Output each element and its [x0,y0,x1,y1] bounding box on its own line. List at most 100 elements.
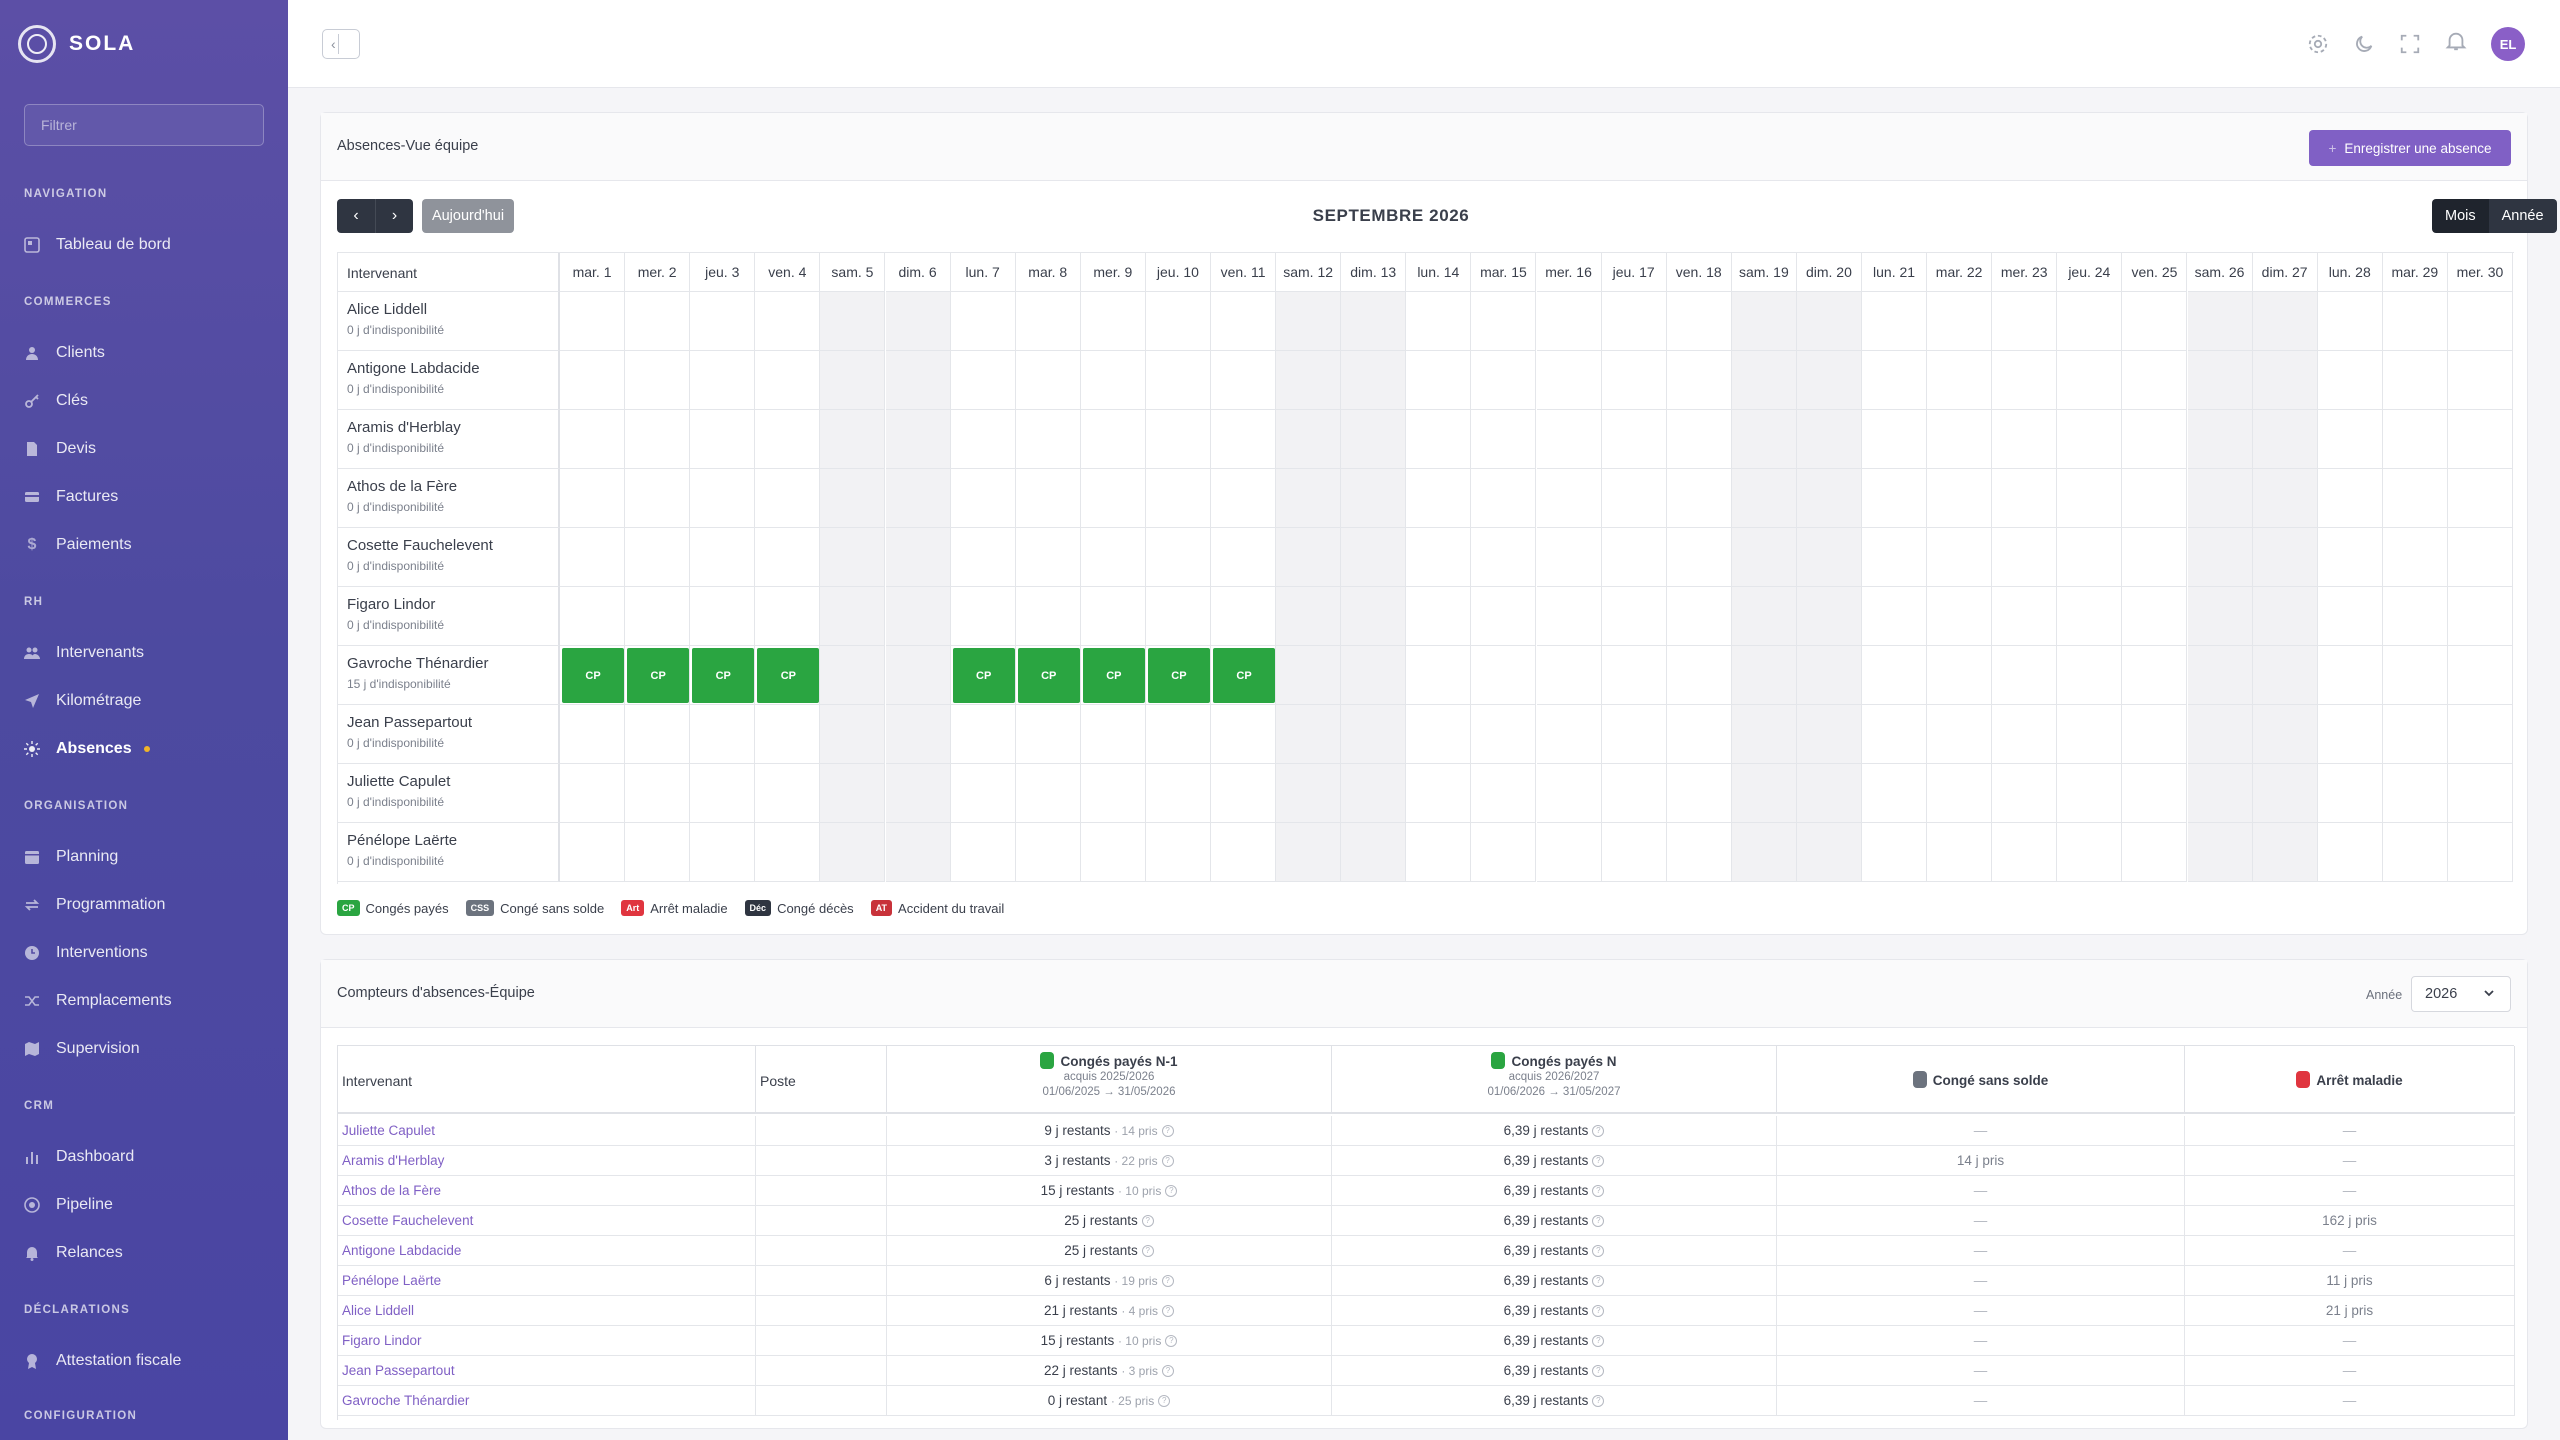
calendar-day-cell[interactable] [1536,764,1602,823]
calendar-day-cell[interactable] [1862,528,1928,587]
sidebar-item-clients[interactable]: Clients [24,338,274,368]
calendar-day-cell[interactable] [1080,764,1146,823]
calendar-day-cell[interactable] [625,292,691,351]
calendar-day-cell[interactable] [1992,646,2058,705]
calendar-day-cell[interactable] [2187,764,2253,823]
calendar-day-cell[interactable] [2122,410,2188,469]
calendar-day-cell[interactable] [1015,764,1081,823]
calendar-day-cell[interactable] [2382,646,2448,705]
person-link[interactable]: Aramis d'Herblay [342,1153,444,1168]
calendar-day-cell[interactable] [1211,292,1277,351]
calendar-day-cell[interactable] [1796,587,1862,646]
calendar-day-cell[interactable] [1927,351,1993,410]
calendar-day-cell[interactable] [1601,410,1667,469]
calendar-day-cell[interactable] [1666,764,1732,823]
calendar-day-cell[interactable] [2057,351,2123,410]
sidebar-item-cles[interactable]: Clés [24,386,274,416]
calendar-day-cell[interactable] [560,764,626,823]
absence-block-cp[interactable]: CP [1147,648,1210,703]
calendar-day-cell[interactable] [1276,469,1342,528]
calendar-day-cell[interactable] [1536,823,1602,882]
previous-month-button[interactable]: ‹ [337,199,375,233]
calendar-day-cell[interactable] [2317,646,2383,705]
person-link[interactable]: Juliette Capulet [342,1123,435,1138]
calendar-day-cell[interactable] [1536,705,1602,764]
calendar-day-cell[interactable] [1536,410,1602,469]
calendar-day-cell[interactable] [1471,646,1537,705]
calendar-day-cell[interactable] [1601,469,1667,528]
collapse-sidebar-button[interactable]: ‹ [322,29,360,59]
calendar-day-cell[interactable] [690,351,756,410]
calendar-day-cell[interactable] [1211,587,1277,646]
calendar-day-cell[interactable] [1536,292,1602,351]
calendar-day-cell[interactable] [1862,646,1928,705]
calendar-day-cell[interactable] [560,351,626,410]
calendar-day-cell[interactable] [950,469,1016,528]
calendar-day-cell[interactable] [1992,410,2058,469]
sidebar-item-intervenants[interactable]: Intervenants [24,638,274,668]
calendar-day-cell[interactable] [1015,469,1081,528]
calendar-day-cell[interactable] [1211,351,1277,410]
calendar-day-cell[interactable] [2382,292,2448,351]
calendar-day-cell[interactable] [820,351,886,410]
calendar-day-cell[interactable] [2187,528,2253,587]
calendar-day-cell[interactable] [1862,705,1928,764]
calendar-day-cell[interactable] [2187,823,2253,882]
calendar-day-cell[interactable] [2382,823,2448,882]
calendar-day-cell[interactable] [1080,528,1146,587]
calendar-day-cell[interactable] [1015,705,1081,764]
calendar-day-cell[interactable] [1796,469,1862,528]
calendar-day-cell[interactable] [820,823,886,882]
calendar-day-cell[interactable] [1471,764,1537,823]
info-icon[interactable]: ? [1162,1304,1174,1317]
calendar-day-cell[interactable] [2252,587,2318,646]
calendar-day-cell[interactable] [2317,705,2383,764]
calendar-day-cell[interactable] [690,469,756,528]
calendar-day-cell[interactable] [1601,587,1667,646]
calendar-day-cell[interactable] [560,705,626,764]
calendar-day-cell[interactable] [1406,587,1472,646]
calendar-day-cell[interactable] [2382,587,2448,646]
calendar-day-cell[interactable] [1276,410,1342,469]
calendar-day-cell[interactable] [1211,764,1277,823]
calendar-day-cell[interactable] [1796,351,1862,410]
view-mois-button[interactable]: Mois [2432,199,2489,233]
calendar-day-cell[interactable] [1731,646,1797,705]
info-icon[interactable]: ? [1161,1154,1174,1167]
sidebar-item-tableau-de-bord[interactable]: Tableau de bord [24,230,274,260]
info-icon[interactable]: ? [1165,1184,1178,1197]
info-icon[interactable]: ? [1592,1244,1605,1257]
calendar-day-cell[interactable] [1731,528,1797,587]
calendar-day-cell[interactable] [1862,469,1928,528]
calendar-day-cell[interactable] [2252,292,2318,351]
next-month-button[interactable]: › [375,199,413,233]
calendar-day-cell[interactable] [560,292,626,351]
calendar-day-cell[interactable] [625,351,691,410]
calendar-day-cell[interactable] [1666,705,1732,764]
calendar-day-cell[interactable] [1276,528,1342,587]
calendar-day-cell[interactable] [560,823,626,882]
calendar-day-cell[interactable] [1341,469,1407,528]
calendar-day-cell[interactable] [2122,469,2188,528]
calendar-day-cell[interactable] [1992,823,2058,882]
info-icon[interactable]: ? [1592,1394,1605,1407]
calendar-day-cell[interactable] [1080,292,1146,351]
calendar-day-cell[interactable] [1080,823,1146,882]
calendar-day-cell[interactable] [2317,587,2383,646]
calendar-day-cell[interactable] [820,646,886,705]
calendar-day-cell[interactable] [1341,646,1407,705]
calendar-day-cell[interactable] [1211,823,1277,882]
calendar-day-cell[interactable] [1666,410,1732,469]
today-button[interactable]: Aujourd'hui [422,199,514,233]
calendar-day-cell[interactable] [1145,410,1211,469]
calendar-day-cell[interactable] [2447,646,2513,705]
calendar-day-cell[interactable] [2252,410,2318,469]
calendar-day-cell[interactable] [1406,764,1472,823]
absence-block-cp[interactable]: CP [1082,648,1145,703]
calendar-day-cell[interactable] [690,410,756,469]
calendar-day-cell[interactable] [2252,705,2318,764]
calendar-day-cell[interactable] [1080,351,1146,410]
calendar-day-cell[interactable] [820,292,886,351]
calendar-day-cell[interactable] [2447,587,2513,646]
calendar-day-cell[interactable] [1015,292,1081,351]
